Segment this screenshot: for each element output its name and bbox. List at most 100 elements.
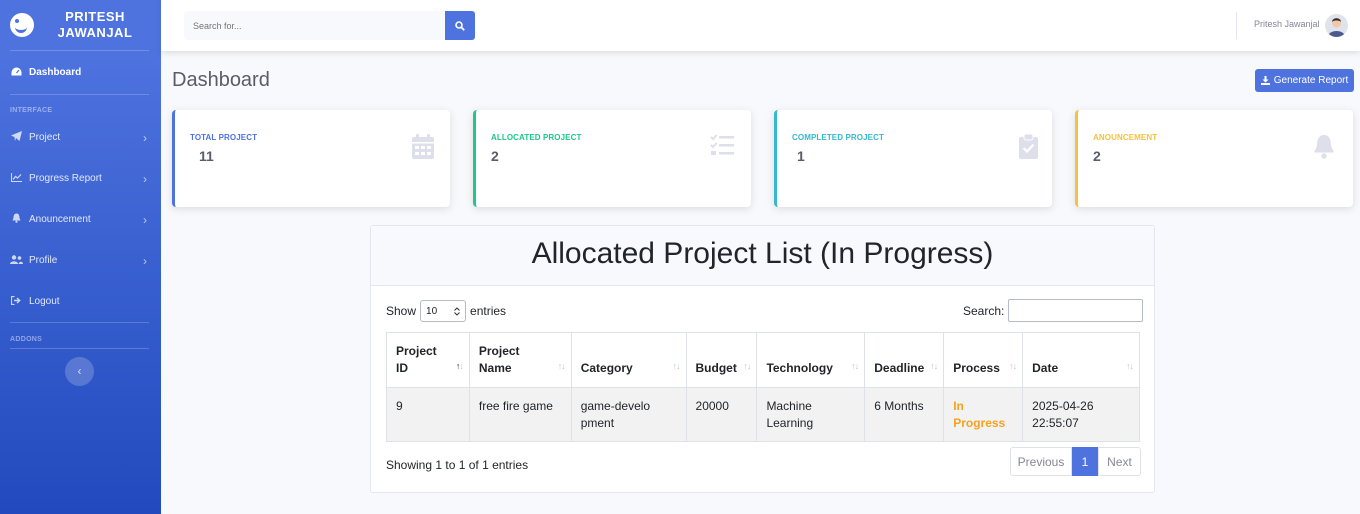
show-label: Show [386,304,417,318]
card-completed-project: COMPLETED PROJECT 1 [774,110,1052,207]
download-icon [1260,76,1270,85]
table-filter: Search: [963,299,1144,322]
sidebar-item-dashboard[interactable]: Dashboard [0,51,161,94]
column-header-budget[interactable]: Budget ↑↓ [685,332,758,388]
tachometer-icon [10,67,22,79]
user-name[interactable]: Pritesh Jawanjal [1254,19,1320,29]
chevron-right-icon: › [143,253,147,268]
table-search-input[interactable] [1008,299,1144,322]
sidebar-item-logout[interactable]: Logout [0,281,161,322]
laugh-wink-icon [10,13,34,37]
card-allocated-project: ALLOCATED PROJECT 2 [473,110,751,207]
column-header-label: Process [953,361,1000,375]
generate-report-button[interactable]: Generate Report [1255,69,1354,92]
tasks-icon [710,134,734,161]
chevron-right-icon: › [143,171,147,186]
sidebar-item-label: Anouncement [29,214,91,225]
sort-icon: ↑↓ [851,361,859,371]
column-header-project-id[interactable]: Project ID ↑↓ [386,332,470,388]
sidebar-toggle-button[interactable]: ‹ [65,357,94,386]
entries-length-control: Show 10 entries [386,300,506,322]
select-arrows-icon [454,306,460,316]
sidebar-heading-interface: INTERFACE [10,107,53,114]
sort-icon: ↑↓ [1126,361,1134,371]
cell-budget: 20000 [685,387,758,442]
status-badge: In Progress [953,399,1006,430]
card-value: 2 [1093,148,1101,164]
chart-line-icon [10,172,22,185]
card-label: ANOUNCEMENT [1093,133,1158,142]
sidebar-divider [10,94,149,95]
sidebar-heading-addons: ADDONS [10,336,43,343]
sidebar-item-label: Progress Report [29,173,102,184]
entries-select[interactable]: 10 [420,300,467,322]
entries-label: entries [470,304,507,318]
column-header-technology[interactable]: Technology ↑↓ [756,332,866,388]
column-header-label: Project Name [478,344,520,375]
paper-plane-icon [10,131,22,144]
cell-category-text: game-development [580,399,651,430]
table-header-row: Project ID ↑↓ Project Name ↑↓ Category ↑… [386,332,1140,388]
cell-project-name: free fire game [468,387,572,442]
sidebar-item-profile[interactable]: Profile › [0,240,161,281]
project-list-panel: Allocated Project List (In Progress) Sho… [370,225,1155,493]
cell-deadline: 6 Months [864,387,945,442]
sign-out-icon [10,295,22,308]
card-label: ALLOCATED PROJECT [491,133,582,142]
cell-technology: Machine Learning [756,387,866,442]
sidebar-item-anouncement[interactable]: Anouncement › [0,199,161,240]
column-header-label: Project ID [396,344,437,375]
chevron-right-icon: › [143,212,147,227]
sidebar-divider [10,322,149,323]
column-header-deadline[interactable]: Deadline ↑↓ [864,332,945,388]
pagination-page-1[interactable]: 1 [1072,447,1098,476]
card-value: 11 [199,148,214,164]
bell-icon [1313,134,1335,164]
pagination-next[interactable]: Next [1098,447,1141,476]
column-header-category[interactable]: Category ↑↓ [570,332,687,388]
card-total-project: TOTAL PROJECT 11 [172,110,450,207]
avatar[interactable] [1325,14,1348,37]
table-info: Showing 1 to 1 of 1 entries [386,458,529,472]
sidebar-item-progress-report[interactable]: Progress Report › [0,158,161,199]
sort-icon: ↑↓ [743,361,751,371]
search-button[interactable] [445,11,475,40]
project-list-title: Allocated Project List (In Progress) [371,226,1154,286]
cell-date: 2025-04-26 22:55:07 [1022,387,1140,442]
cell-date-text: 2025-04-26 22:55:07 [1032,399,1094,430]
column-header-project-name[interactable]: Project Name ↑↓ [468,332,572,388]
cell-process: In Progress [943,387,1024,442]
pagination: Previous 1 Next [1010,447,1141,476]
bell-icon [10,213,22,226]
sort-icon: ↑↓ [672,361,681,371]
column-header-process[interactable]: Process ↑↓ [943,332,1024,388]
card-label: COMPLETED PROJECT [792,133,884,142]
sidebar-item-project[interactable]: Project › [0,117,161,158]
card-value: 2 [491,148,499,164]
brand-name: PRITESH JAWANJAL [57,9,133,40]
column-header-label: Category [580,361,633,375]
card-anouncement: ANOUNCEMENT 2 [1075,110,1353,207]
table-search-label: Search: [963,303,1005,318]
cell-project-id: 9 [386,387,470,442]
sort-icon: ↑↓ [557,361,566,371]
search-input[interactable] [184,11,445,40]
column-header-label: Date [1032,361,1059,375]
brand-link[interactable]: PRITESH JAWANJAL [0,0,161,50]
topbar: Pritesh Jawanjal [161,0,1360,51]
card-value: 1 [797,148,805,164]
pagination-previous[interactable]: Previous [1010,447,1072,476]
sidebar-item-label: Project [29,132,61,143]
sort-icon: ↑↓ [1009,361,1017,371]
card-label: TOTAL PROJECT [190,133,258,142]
entries-select-value: 10 [426,305,438,317]
sidebar-item-label: Logout [29,296,60,307]
sort-asc-icon: ↑↓ [455,361,464,371]
sort-icon: ↑↓ [930,361,938,371]
column-header-label: Deadline [874,361,925,375]
users-icon [10,254,23,267]
cell-technology-text: Machine Learning [766,399,814,430]
calendar-icon [412,134,434,164]
table-row: 9 free fire game game-development 20000 … [386,387,1140,442]
column-header-date[interactable]: Date ↑↓ [1022,332,1140,388]
